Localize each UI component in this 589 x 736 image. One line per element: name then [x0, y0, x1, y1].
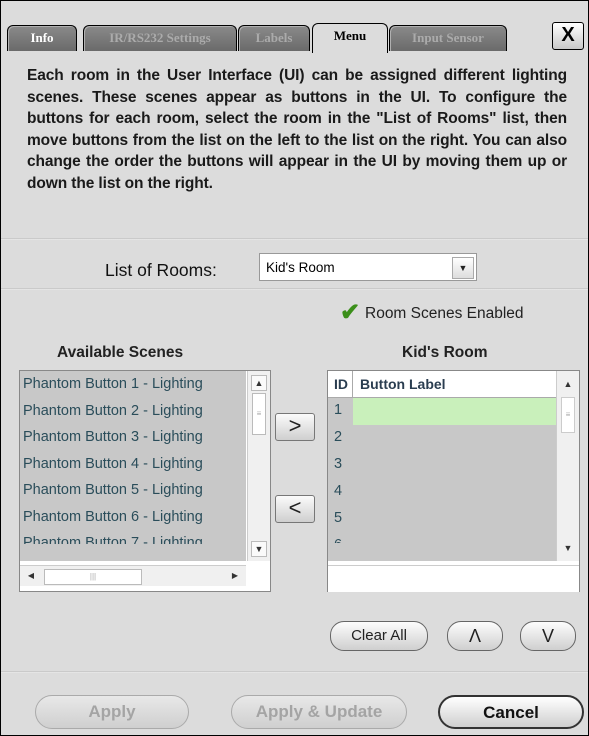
scroll-right-icon[interactable]: ▶ [228, 569, 242, 583]
dialog-window: Info IR/RS232 Settings Labels Menu Input… [0, 0, 589, 736]
column-divider [352, 371, 353, 397]
row-id: 2 [334, 429, 343, 445]
scroll-up-icon[interactable]: ▲ [251, 375, 267, 391]
clear-all-button[interactable]: Clear All [330, 621, 428, 651]
table-header: ID Button Label [328, 371, 557, 398]
room-buttons-table[interactable]: ID Button Label 1 2 3 4 5 6 ▲ ≡ ▼ [327, 370, 580, 592]
row-id: 3 [334, 456, 343, 472]
scroll-thumb[interactable]: ≡ [561, 397, 575, 433]
available-scenes-items: Phantom Button 1 - Lighting Phantom Butt… [20, 371, 246, 561]
table-row[interactable]: 1 [328, 398, 557, 425]
available-scenes-list[interactable]: Phantom Button 1 - Lighting Phantom Butt… [19, 370, 271, 592]
list-item[interactable]: Phantom Button 1 - Lighting [20, 371, 246, 398]
list-item[interactable]: Phantom Button 4 - Lighting [20, 451, 246, 478]
selected-room-value: Kid's Room [266, 260, 335, 275]
table-row[interactable]: 2 [328, 425, 557, 452]
divider [1, 671, 588, 673]
table-row[interactable]: 6 [328, 533, 557, 543]
available-vertical-scrollbar[interactable]: ▲ ≡ ▼ [247, 371, 270, 561]
close-button[interactable]: X [552, 22, 584, 50]
list-of-rooms-dropdown[interactable]: Kid's Room ▼ [259, 253, 477, 281]
divider [1, 238, 588, 240]
cancel-button[interactable]: Cancel [438, 695, 584, 729]
room-table-vertical-scrollbar[interactable]: ▲ ≡ ▼ [556, 371, 579, 561]
available-scenes-header: Available Scenes [57, 344, 184, 361]
tab-menu[interactable]: Menu [312, 23, 388, 53]
list-item[interactable]: Phantom Button 2 - Lighting [20, 398, 246, 425]
table-row[interactable]: 5 [328, 506, 557, 533]
tab-info[interactable]: Info [7, 25, 77, 51]
button-label-cell[interactable] [353, 398, 557, 425]
column-id-header: ID [334, 376, 348, 392]
room-buttons-rows: ID Button Label 1 2 3 4 5 6 [328, 371, 557, 561]
menu-description: Each room in the User Interface (UI) can… [27, 67, 567, 192]
table-row[interactable]: 3 [328, 452, 557, 479]
scroll-down-icon[interactable]: ▼ [251, 541, 267, 557]
list-item[interactable]: Phantom Button 5 - Lighting [20, 477, 246, 504]
chevron-down-icon[interactable]: ▼ [452, 257, 474, 279]
apply-button[interactable]: Apply [35, 695, 189, 729]
tab-bar: Info IR/RS232 Settings Labels Menu Input… [1, 1, 588, 53]
available-horizontal-scrollbar[interactable]: ◀ ||| ▶ [20, 565, 246, 586]
move-down-button[interactable]: V [520, 621, 576, 651]
tab-ir-rs232-settings[interactable]: IR/RS232 Settings [83, 25, 237, 51]
list-item[interactable]: Phantom Button 6 - Lighting [20, 504, 246, 531]
divider [1, 288, 588, 290]
row-id: 4 [334, 483, 343, 499]
row-id: 6 [334, 537, 342, 543]
checkmark-icon: ✔ [340, 299, 361, 326]
list-of-rooms-label: List of Rooms: [105, 260, 217, 280]
move-up-button[interactable]: Λ [447, 621, 503, 651]
scroll-down-icon[interactable]: ▼ [561, 541, 575, 555]
table-footer-area [328, 565, 579, 592]
tab-input-sensor[interactable]: Input Sensor [389, 25, 507, 51]
column-button-label-header: Button Label [360, 376, 446, 392]
room-scenes-enabled-label: Room Scenes Enabled [365, 305, 524, 322]
scroll-left-icon[interactable]: ◀ [24, 569, 38, 583]
list-item[interactable]: Phantom Button 3 - Lighting [20, 424, 246, 451]
row-id: 5 [334, 510, 343, 526]
room-list-header: Kid's Room [402, 344, 488, 361]
apply-update-button[interactable]: Apply & Update [231, 695, 407, 729]
scroll-up-icon[interactable]: ▲ [561, 377, 575, 391]
scroll-thumb[interactable]: ≡ [252, 393, 266, 435]
list-item[interactable]: Phantom Button 7 - Lighting [20, 530, 246, 544]
scroll-thumb[interactable]: ||| [44, 569, 142, 585]
move-right-button[interactable]: > [275, 413, 315, 441]
table-row[interactable]: 4 [328, 479, 557, 506]
move-left-button[interactable]: < [275, 495, 315, 523]
row-id: 1 [334, 402, 343, 418]
tab-labels[interactable]: Labels [238, 25, 310, 51]
